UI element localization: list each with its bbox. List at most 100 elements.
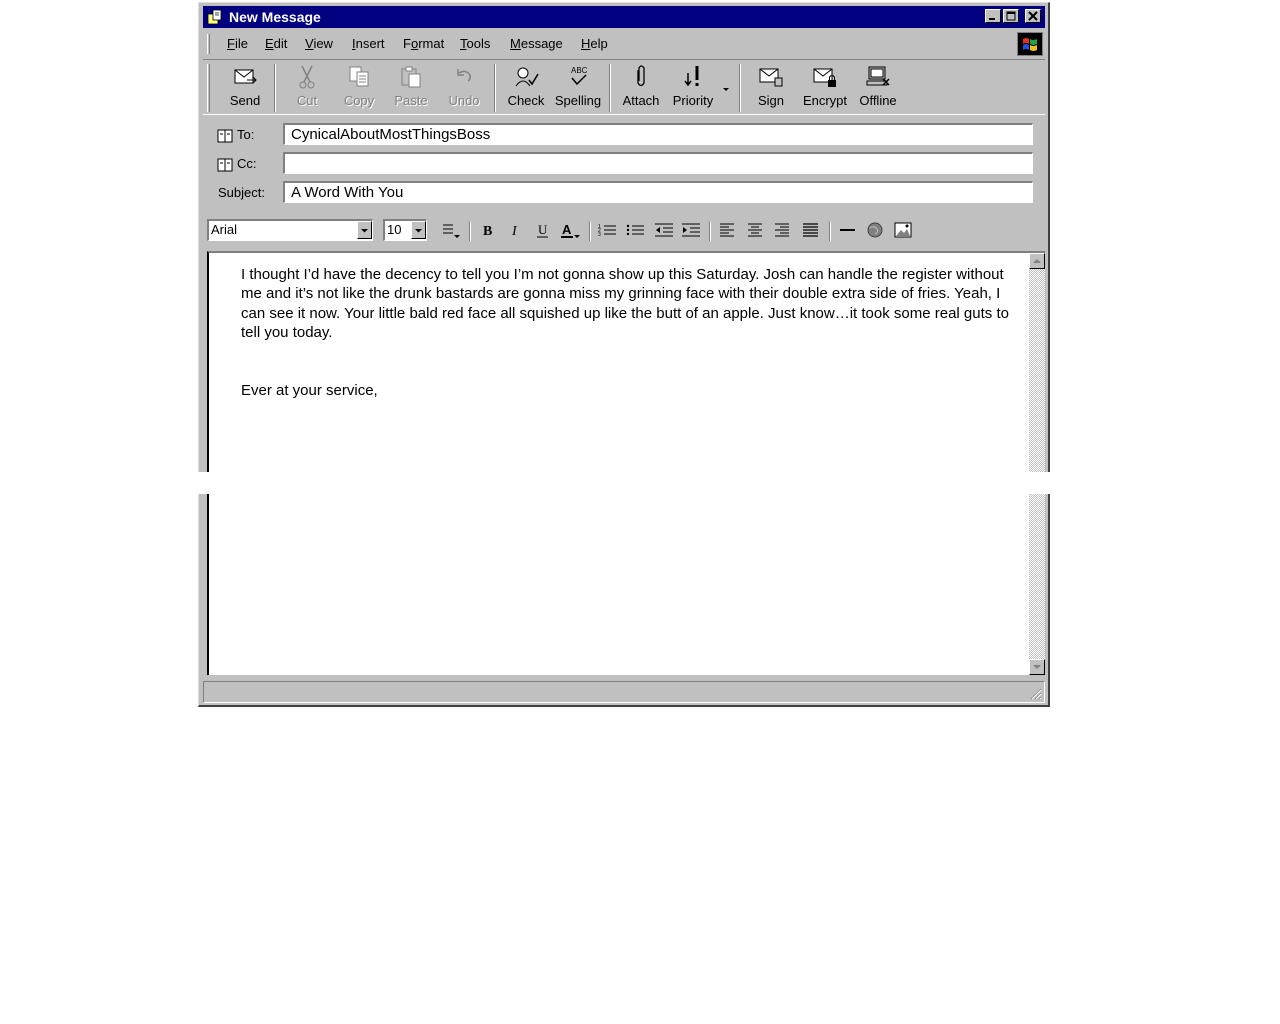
toolbar-separator xyxy=(469,221,471,241)
paperclip-icon xyxy=(637,65,645,87)
increase-indent-button[interactable] xyxy=(680,221,702,241)
font-color-button[interactable]: A xyxy=(559,221,581,241)
underline-icon: U xyxy=(537,222,548,238)
numbered-list-icon: 123 xyxy=(598,224,616,238)
window-title: New Message xyxy=(229,9,321,25)
horizontal-line-button[interactable] xyxy=(837,221,859,241)
address-book-icon xyxy=(217,158,233,172)
subject-field[interactable]: A Word With You xyxy=(283,181,1033,203)
windows-logo-icon xyxy=(1017,32,1043,56)
menu-view[interactable]: View xyxy=(305,36,333,52)
bullet-list-button[interactable] xyxy=(625,221,647,241)
to-label[interactable]: To: xyxy=(217,127,254,143)
svg-text:B: B xyxy=(483,224,492,239)
toolbar-separator xyxy=(709,221,711,241)
spelling-button[interactable]: ABC Spelling xyxy=(552,64,604,112)
check-label: Check xyxy=(507,93,545,108)
priority-dropdown[interactable] xyxy=(719,64,733,112)
copy-icon xyxy=(349,66,369,87)
font-name-select[interactable]: Arial xyxy=(207,219,373,241)
close-button[interactable] xyxy=(1025,9,1041,23)
copy-label: Copy xyxy=(343,93,375,108)
attach-label: Attach xyxy=(622,93,660,108)
encrypt-button[interactable]: Encrypt xyxy=(799,64,851,112)
toolbar-separator xyxy=(739,64,741,112)
message-signoff: Ever at your service, xyxy=(241,381,378,399)
menubar-grip[interactable] xyxy=(207,34,210,54)
cc-field[interactable] xyxy=(283,152,1033,174)
font-dropdown-button[interactable] xyxy=(357,221,372,239)
paste-icon xyxy=(401,66,421,88)
undo-label: Undo xyxy=(448,93,480,108)
minimize-button[interactable] xyxy=(985,9,1001,23)
copy-button[interactable]: Copy xyxy=(333,64,385,112)
scroll-down-button[interactable] xyxy=(1029,659,1045,675)
toolbar-separator xyxy=(494,64,496,112)
paste-label: Paste xyxy=(394,93,428,108)
toolbar-separator xyxy=(829,221,831,241)
align-right-button[interactable] xyxy=(772,221,794,241)
sign-button[interactable]: Sign xyxy=(745,64,797,112)
close-icon xyxy=(1028,11,1038,21)
priority-button[interactable]: Priority xyxy=(667,64,719,112)
offline-button[interactable]: Offline xyxy=(852,64,904,112)
font-size-select[interactable]: 10 xyxy=(383,219,427,241)
cut-label: Cut xyxy=(296,93,318,108)
insert-hyperlink-button[interactable] xyxy=(865,221,887,241)
attach-button[interactable]: Attach xyxy=(615,64,667,112)
spelling-icon: ABC xyxy=(571,66,588,86)
menu-format[interactable]: Format xyxy=(403,36,444,52)
to-field[interactable]: CynicalAboutMostThingsBoss xyxy=(283,123,1033,145)
menu-file[interactable]: File xyxy=(227,36,248,52)
message-paragraph: I thought I’d have the decency to tell y… xyxy=(241,266,1009,342)
address-book-icon xyxy=(217,129,233,143)
offline-label: Offline xyxy=(859,93,897,108)
align-center-button[interactable] xyxy=(745,221,767,241)
vertical-scrollbar[interactable] xyxy=(1029,253,1045,675)
cc-label[interactable]: Cc: xyxy=(217,156,257,172)
check-button[interactable]: Check xyxy=(500,64,552,112)
toolbar-grip[interactable] xyxy=(207,64,210,112)
scissors-icon xyxy=(299,65,315,89)
svg-text:ABC: ABC xyxy=(571,66,588,75)
numbered-list-button[interactable]: 123 xyxy=(597,221,619,241)
paragraph-style-button[interactable] xyxy=(439,221,461,241)
italic-icon: I xyxy=(511,224,518,239)
bold-button[interactable]: B xyxy=(477,221,499,241)
message-body[interactable]: I thought I’d have the decency to tell y… xyxy=(207,251,1045,675)
title-bar[interactable]: New Message xyxy=(203,6,1045,28)
send-button[interactable]: Send xyxy=(219,64,271,112)
svg-text:I: I xyxy=(511,224,518,239)
menu-edit[interactable]: Edit xyxy=(265,36,287,52)
maximize-button[interactable] xyxy=(1003,9,1019,23)
spelling-label: Spelling xyxy=(554,93,602,108)
insert-picture-button[interactable] xyxy=(893,221,915,241)
menu-message[interactable]: Message xyxy=(510,36,563,52)
status-bar xyxy=(203,681,1045,703)
align-left-button[interactable] xyxy=(717,221,739,241)
check-names-icon xyxy=(515,67,539,87)
paste-button[interactable]: Paste xyxy=(385,64,437,112)
italic-button[interactable]: I xyxy=(505,221,527,241)
picture-icon xyxy=(894,222,912,238)
sign-label: Sign xyxy=(757,93,785,108)
resize-grip-icon[interactable] xyxy=(1028,686,1042,700)
decrease-indent-button[interactable] xyxy=(653,221,675,241)
svg-text:U: U xyxy=(538,222,548,237)
cut-button[interactable]: Cut xyxy=(281,64,333,112)
maximize-icon xyxy=(1006,11,1016,21)
size-dropdown-button[interactable] xyxy=(411,221,426,239)
justify-button[interactable] xyxy=(800,221,822,241)
message-text[interactable]: I thought I’d have the decency to tell y… xyxy=(241,265,1013,400)
undo-button[interactable]: Undo xyxy=(438,64,490,112)
encrypt-label: Encrypt xyxy=(802,93,848,108)
menu-tools[interactable]: Tools xyxy=(460,36,490,52)
menu-help[interactable]: Help xyxy=(581,36,608,52)
underline-button[interactable]: U xyxy=(532,221,554,241)
offline-icon xyxy=(866,66,890,86)
scroll-up-arrow-icon xyxy=(1033,259,1041,263)
menu-insert[interactable]: Insert xyxy=(352,36,385,52)
send-label: Send xyxy=(229,93,261,108)
svg-text:3: 3 xyxy=(598,232,601,238)
scroll-up-button[interactable] xyxy=(1029,253,1045,269)
